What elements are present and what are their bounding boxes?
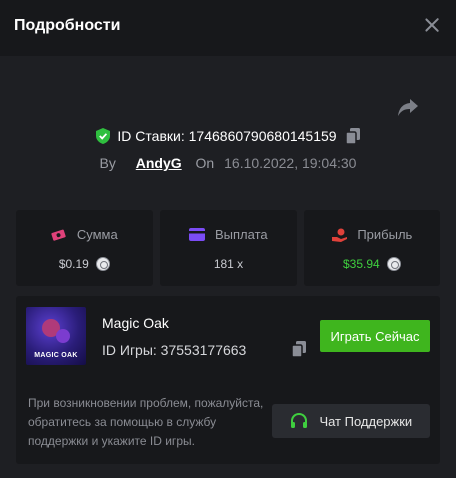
stat-amount-title: Сумма <box>76 227 118 243</box>
copy-icon[interactable] <box>292 341 306 357</box>
play-now-button[interactable]: Играть Сейчас <box>320 320 430 352</box>
bet-author-row: By AndyG On 16.10.2022, 19:04:30 <box>0 154 456 171</box>
thumbnail-art <box>56 329 70 343</box>
support-help-text: При возникновении проблем, пожалуйста, о… <box>28 396 264 448</box>
game-card: MAGIC OAK Magic Oak ID Игры: 37553177663… <box>16 296 440 464</box>
stat-profit-value: $35.94 <box>342 256 380 271</box>
stat-payout-title: Выплата <box>215 227 268 243</box>
share-icon[interactable] <box>396 96 420 118</box>
username-link[interactable]: AndyG <box>136 155 182 171</box>
close-icon[interactable] <box>424 17 440 33</box>
copy-icon[interactable] <box>346 128 361 145</box>
headset-icon <box>290 413 307 429</box>
stat-profit-title: Прибыль <box>357 227 413 243</box>
stat-payout: Выплата 181 x <box>160 210 297 286</box>
cash-icon <box>51 229 66 241</box>
stat-payout-value: 181 x <box>213 256 244 271</box>
game-thumbnail[interactable]: MAGIC OAK <box>26 307 86 365</box>
game-id: ID Игры: 37553177663 <box>102 342 247 358</box>
on-label: On <box>195 155 215 172</box>
bet-id-row: ID Ставки: 1746860790680145159 <box>0 127 456 147</box>
support-chat-label: Чат Поддержки <box>319 413 413 429</box>
modal-title: Подробности <box>14 17 121 34</box>
stat-profit: Прибыль $35.94 <box>304 210 440 286</box>
hand-coin-icon <box>331 228 347 242</box>
card-icon <box>189 228 206 242</box>
stat-amount-value: $0.19 <box>58 256 89 271</box>
modal-header: Подробности <box>0 0 456 56</box>
coin-icon <box>96 256 111 271</box>
stat-amount: Сумма $0.19 <box>16 210 153 286</box>
bet-id-value: 1746860790680145159 <box>188 128 337 145</box>
bet-date: 16.10.2022, 19:04:30 <box>224 155 357 172</box>
by-label: By <box>99 155 116 172</box>
support-chat-button[interactable]: Чат Поддержки <box>272 404 430 438</box>
bet-id-label: ID Ставки: <box>117 128 185 145</box>
game-name: Magic Oak <box>102 315 169 331</box>
game-thumbnail-logo: MAGIC OAK <box>34 352 78 359</box>
coin-icon <box>387 256 402 271</box>
verified-shield-icon <box>95 128 110 145</box>
